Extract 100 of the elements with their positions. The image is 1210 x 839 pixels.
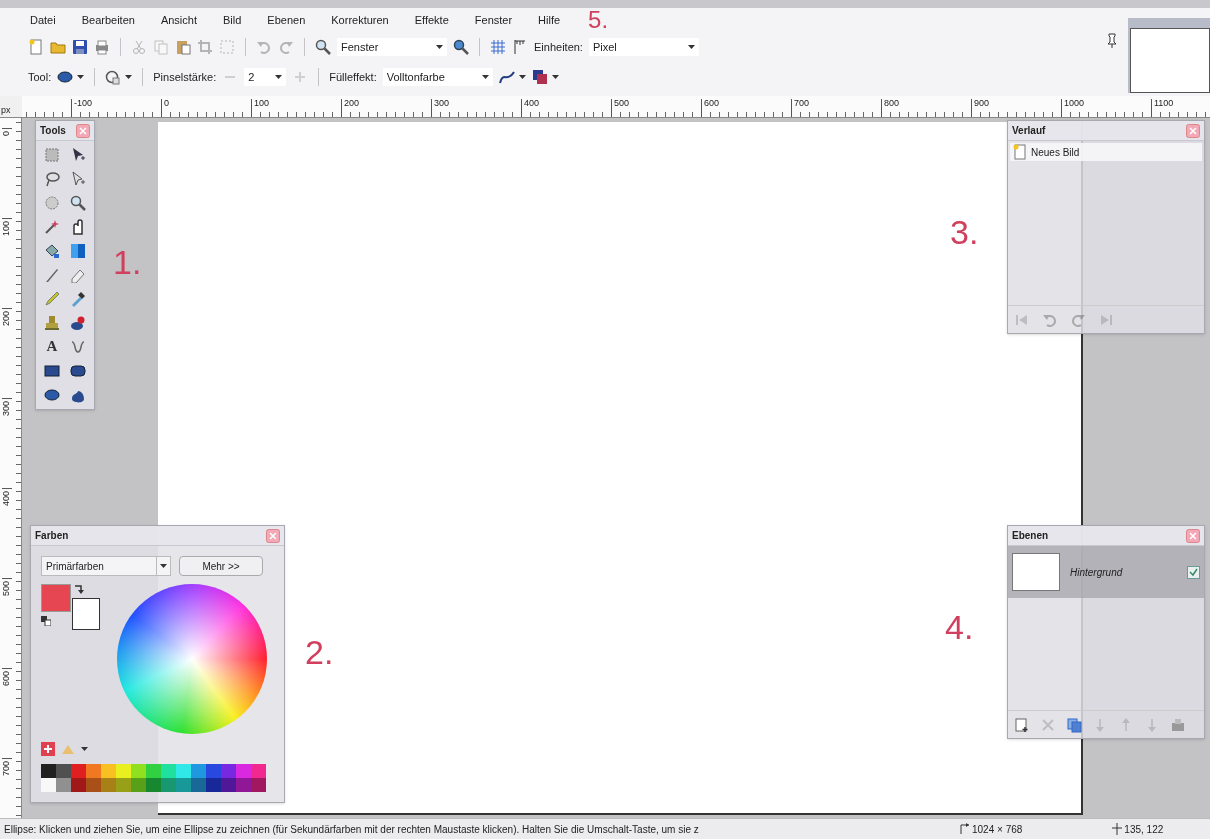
palette-swatch[interactable] (101, 764, 116, 778)
menu-item[interactable]: Effekte (412, 11, 451, 29)
circle-icon[interactable] (105, 69, 122, 85)
printer-icon[interactable] (94, 39, 110, 55)
dropdown[interactable]: Volltonfarbe (382, 68, 493, 86)
zoom-in-icon[interactable] (453, 39, 469, 55)
palette-swatch[interactable] (236, 764, 251, 778)
palette-swatch[interactable] (176, 764, 191, 778)
folder-icon[interactable] (50, 39, 66, 55)
palette-swatch[interactable] (206, 778, 221, 792)
curve-icon[interactable] (498, 69, 515, 85)
rectangle-icon[interactable] (44, 363, 60, 379)
grid-icon[interactable] (490, 39, 506, 55)
curved-line-icon[interactable] (70, 339, 86, 355)
hand-icon[interactable] (70, 219, 86, 235)
recolor-icon[interactable] (70, 315, 86, 331)
palette-swatch[interactable] (176, 778, 191, 792)
clipboard-icon[interactable] (175, 39, 191, 55)
brush-icon[interactable] (44, 267, 60, 283)
palette-swatch[interactable] (251, 764, 266, 778)
palette-swatch[interactable] (146, 764, 161, 778)
eraser-icon[interactable] (70, 267, 86, 283)
outline-cursor-icon[interactable] (70, 171, 86, 187)
palette-swatch[interactable] (116, 778, 131, 792)
palette-swatch[interactable] (86, 764, 101, 778)
palette-swatch[interactable] (161, 778, 176, 792)
magic-wand-icon[interactable] (44, 219, 60, 235)
close-button[interactable] (266, 528, 280, 543)
stamp-icon[interactable] (44, 315, 60, 331)
palette-swatch[interactable] (116, 764, 131, 778)
new-document-icon[interactable] (28, 39, 44, 55)
text-tool[interactable]: A (42, 339, 62, 355)
dropdown[interactable]: 2 (244, 68, 287, 86)
palette-swatch[interactable] (41, 764, 56, 778)
gradient-icon[interactable] (70, 243, 86, 259)
palette-swatch[interactable] (86, 778, 101, 792)
ellipse-select-icon[interactable] (44, 195, 60, 211)
color-picker-icon[interactable] (70, 291, 86, 307)
save-icon[interactable] (72, 39, 88, 55)
palette-swatch[interactable] (251, 778, 266, 792)
palette-swatch[interactable] (236, 778, 251, 792)
palette-swatch[interactable] (56, 764, 71, 778)
menu-item[interactable]: Ebenen (265, 11, 308, 29)
pin-icon[interactable] (1106, 33, 1118, 49)
reset-colors-icon[interactable] (41, 616, 51, 626)
menu-item[interactable]: Bearbeiten (79, 11, 137, 29)
menu-item[interactable]: Fenster (472, 11, 515, 29)
dropdown[interactable]: Pixel (588, 38, 699, 56)
add-layer-icon[interactable] (1014, 716, 1030, 733)
duplicate-icon[interactable] (1066, 716, 1082, 733)
magnifier-icon[interactable] (70, 195, 86, 211)
layer-row[interactable]: Hintergrund (1008, 546, 1204, 598)
menu-item[interactable]: Hilfe (536, 11, 563, 29)
palette-swatch[interactable] (221, 764, 236, 778)
palette-swatch[interactable] (131, 778, 146, 792)
paint-bucket-icon[interactable] (44, 243, 60, 259)
pencil-icon[interactable] (44, 291, 60, 307)
ellipse-icon[interactable] (57, 69, 74, 85)
palette-swatch[interactable] (131, 764, 146, 778)
lasso-icon[interactable] (44, 171, 60, 187)
secondary-color-swatch[interactable] (72, 598, 100, 630)
close-button[interactable] (76, 123, 90, 138)
close-button[interactable] (1186, 528, 1200, 543)
mode-dropdown[interactable]: Primärfarben (41, 556, 171, 576)
palette-swatch[interactable] (71, 764, 86, 778)
palette-swatch[interactable] (206, 764, 221, 778)
menu-item[interactable]: Korrekturen (329, 11, 391, 29)
menu-item[interactable]: Datei (28, 11, 58, 29)
menu-item[interactable]: Bild (221, 11, 244, 29)
overlapping-squares-icon[interactable] (531, 69, 548, 85)
palette-swatch[interactable] (191, 764, 206, 778)
palette-swatch[interactable] (71, 778, 86, 792)
arrow-cursor-icon[interactable] (70, 147, 86, 163)
swap-icon[interactable] (74, 584, 84, 594)
menu-item[interactable]: Ansicht (158, 11, 199, 29)
palette-swatch[interactable] (191, 778, 206, 792)
palette-swatch[interactable] (56, 778, 71, 792)
caret-icon[interactable] (125, 75, 133, 79)
rounded-rectangle-icon[interactable] (70, 363, 86, 379)
palette-swatch[interactable] (146, 778, 161, 792)
close-button[interactable] (1186, 123, 1200, 138)
caret-icon[interactable] (77, 75, 85, 79)
caret-icon[interactable] (518, 75, 526, 79)
caret-icon[interactable] (81, 747, 88, 751)
palette-swatch[interactable] (41, 778, 56, 792)
visibility-checkbox[interactable] (1187, 565, 1200, 579)
magnifier-icon[interactable] (315, 39, 331, 55)
dropdown[interactable]: Fenster (337, 38, 447, 56)
palette-swatch[interactable] (221, 778, 236, 792)
palette-swatch[interactable] (161, 764, 176, 778)
primary-color-swatch[interactable] (41, 584, 71, 612)
palette-swatch[interactable] (101, 778, 116, 792)
more-button[interactable]: Mehr >> (179, 556, 263, 576)
rectangle-select-icon[interactable] (44, 147, 60, 163)
caret-icon[interactable] (551, 75, 559, 79)
ruler-icon[interactable] (512, 39, 528, 55)
image-thumbnail[interactable] (1128, 18, 1210, 93)
history-item[interactable]: Neues Bild (1010, 143, 1202, 161)
add-color-icon[interactable] (41, 742, 55, 756)
properties-icon[interactable] (1170, 716, 1186, 733)
